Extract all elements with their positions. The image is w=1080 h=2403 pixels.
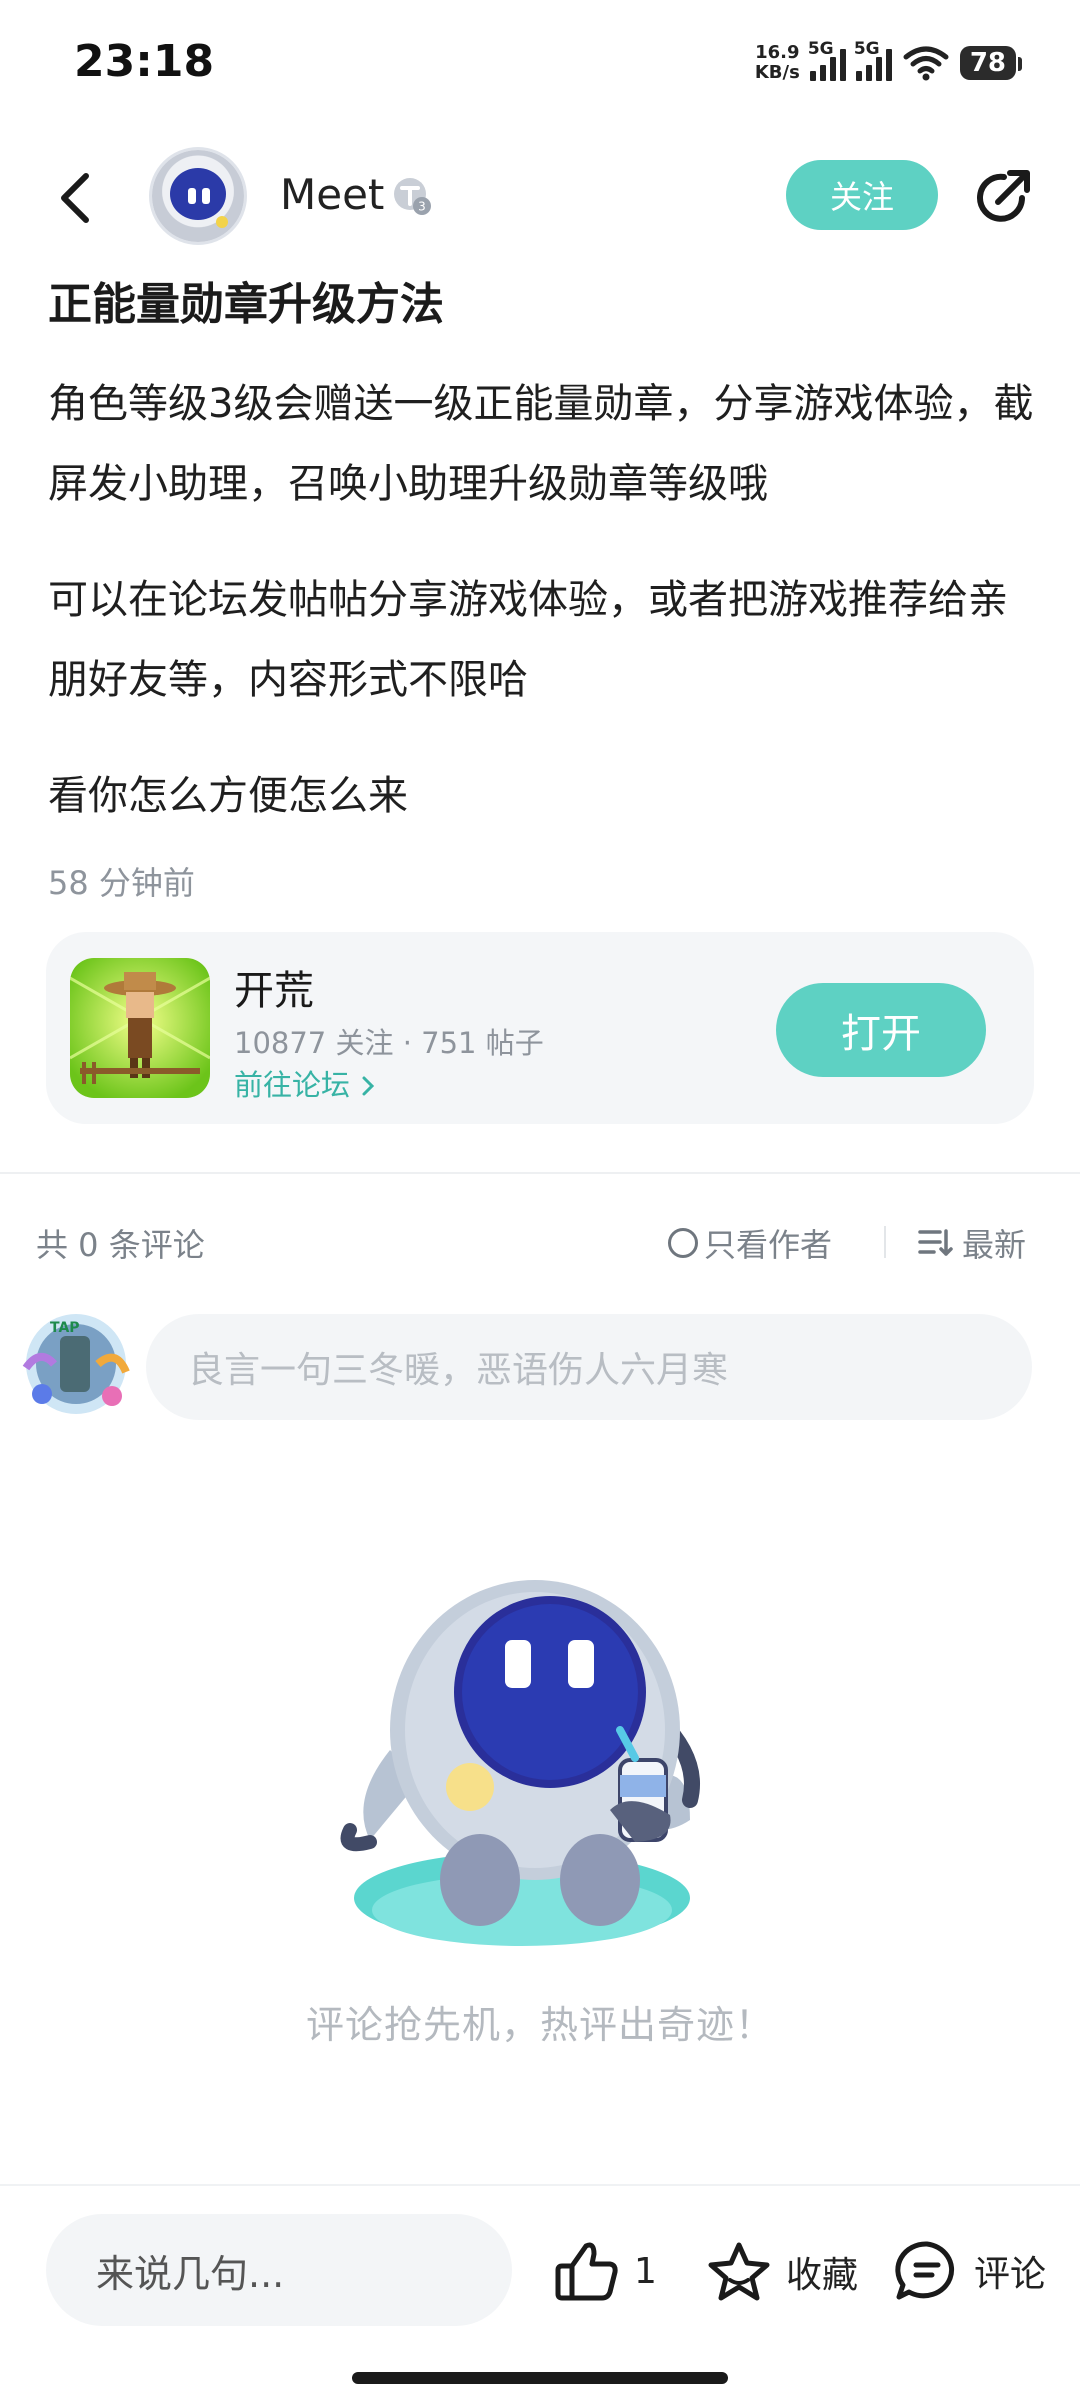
- radio-icon[interactable]: [668, 1228, 698, 1258]
- comment-input[interactable]: 良言一句三冬暖，恶语伤人六月寒: [146, 1314, 1032, 1420]
- post-paragraph: 可以在论坛发帖帖分享游戏体验，或者把游戏推荐给亲朋好友等，内容形式不限哈: [48, 577, 1008, 703]
- forum-name: 开荒: [234, 968, 314, 1014]
- like-count: 1: [634, 2250, 657, 2292]
- empty-comments-illustration: [340, 1580, 700, 1946]
- separator: [884, 1226, 886, 1258]
- author-avatar[interactable]: [152, 150, 244, 242]
- share-icon[interactable]: [970, 164, 1036, 230]
- favorite-button[interactable]: 收藏: [706, 2240, 858, 2304]
- sort-icon: [918, 1229, 953, 1256]
- wifi-icon: [903, 46, 949, 81]
- forum-stats: 10877 关注 · 751 帖子: [234, 1026, 544, 1060]
- comment-button[interactable]: 评论: [894, 2240, 1046, 2302]
- favorite-label: 收藏: [786, 2255, 859, 2296]
- signal-icon: 5G: [808, 39, 846, 81]
- chevron-right-icon: [362, 1076, 375, 1096]
- post-title: 正能量勋章升级方法: [48, 279, 444, 330]
- star-icon: [708, 2242, 770, 2301]
- like-button[interactable]: 1: [554, 2240, 657, 2302]
- svg-text:TAP: TAP: [50, 1320, 80, 1336]
- empty-comments-text: 评论抢先机，热评出奇迹！: [305, 2003, 774, 2047]
- comment-bubble-icon: [895, 2241, 955, 2300]
- home-indicator[interactable]: [352, 2372, 728, 2384]
- status-indicators: 16.9 KB/s 5G 5G 78: [754, 38, 1023, 88]
- comment-count: 共 0 条评论: [36, 1226, 205, 1264]
- level-badge-icon: 3: [394, 178, 431, 215]
- user-avatar: TAP: [22, 1314, 130, 1414]
- post-paragraph: 看你怎么方便怎么来: [48, 773, 408, 819]
- comment-label: 评论: [974, 2254, 1047, 2295]
- divider: [0, 1172, 1080, 1174]
- game-icon[interactable]: [70, 958, 210, 1098]
- author-only-toggle[interactable]: 只看作者: [668, 1220, 832, 1266]
- battery-indicator: 78: [959, 46, 1023, 80]
- net-speed: 16.9 KB/s: [754, 42, 800, 83]
- signal-icon-2: 5G: [854, 39, 892, 81]
- open-button[interactable]: 打开: [776, 983, 986, 1077]
- status-time: 23:18: [74, 36, 215, 87]
- sort-toggle[interactable]: 最新: [918, 1220, 1026, 1266]
- back-arrow-icon[interactable]: [52, 168, 102, 228]
- quick-comment-input[interactable]: 来说几句...: [46, 2214, 512, 2326]
- forum-link[interactable]: 前往论坛: [234, 1062, 377, 1104]
- thumbs-up-icon: [555, 2242, 618, 2301]
- svg-text:3: 3: [418, 200, 426, 214]
- post-time: 58 分钟前: [48, 864, 195, 902]
- author-name[interactable]: Meet: [280, 170, 384, 219]
- post-paragraph: 角色等级3级会赠送一级正能量勋章，分享游戏体验，截屏发小助理，召唤小助理升级勋章…: [48, 381, 1034, 507]
- follow-button[interactable]: 关注: [786, 160, 938, 230]
